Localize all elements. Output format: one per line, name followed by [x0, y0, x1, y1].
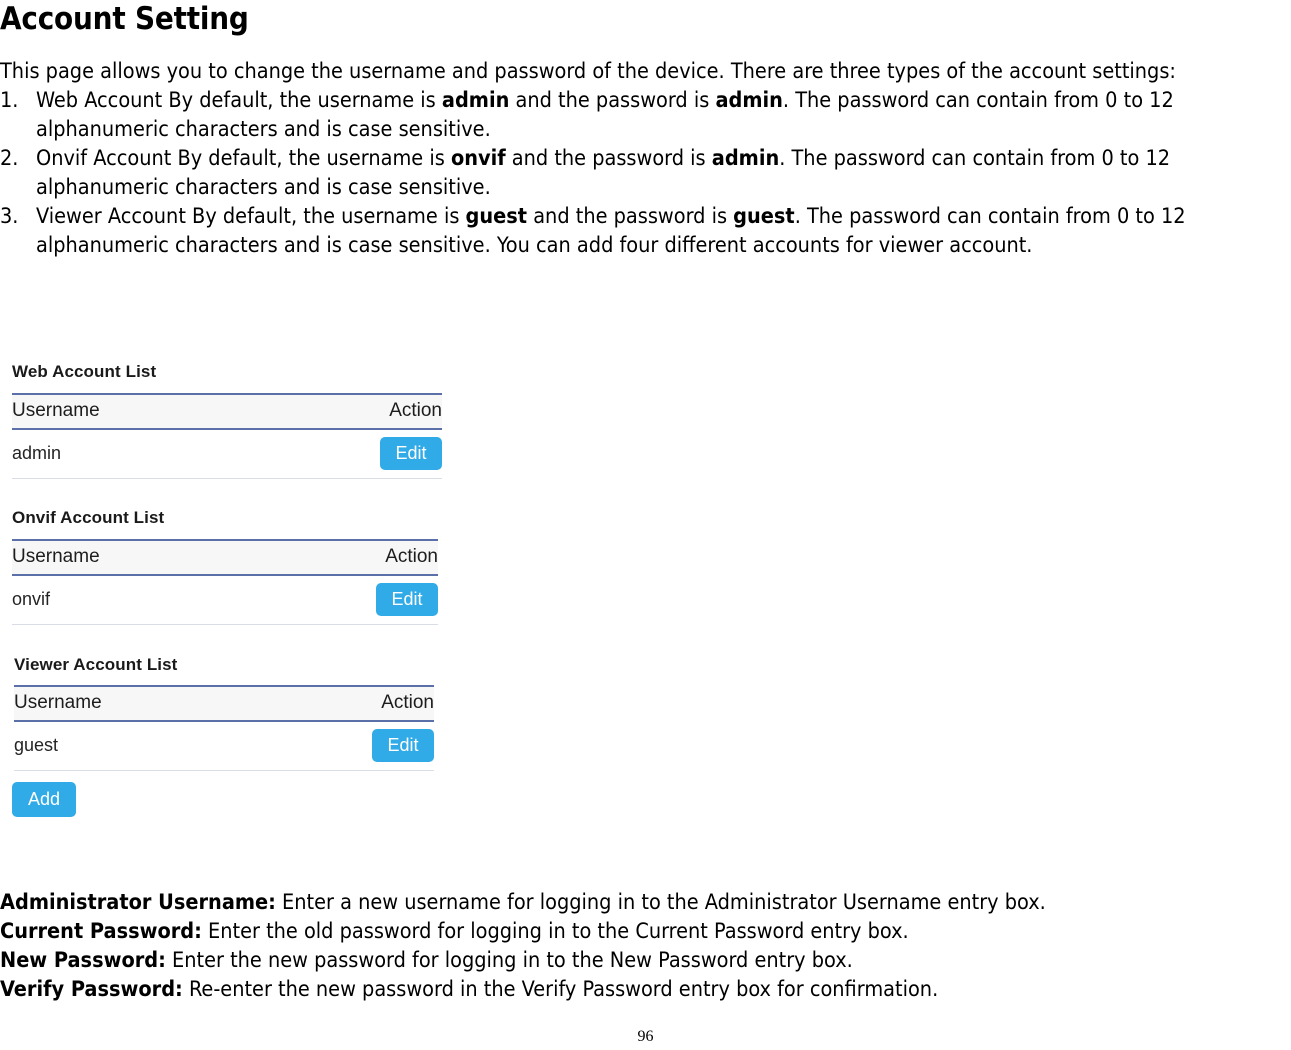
list-item-line-2: alphanumeric characters and is case sens…: [36, 117, 491, 142]
table-header-row: Username Action: [14, 685, 434, 722]
definition-administrator-username: Administrator Username: Enter a new user…: [0, 888, 1291, 917]
onvif-account-table: Username Action onvif Edit: [12, 539, 438, 625]
text-fragment: . The password can contain from 0 to 12: [782, 88, 1174, 113]
viewer-account-table: Username Action guest Edit: [14, 685, 434, 771]
column-header-action: Action: [318, 539, 438, 576]
page-number: 96: [637, 1028, 654, 1045]
table-header-row: Username Action: [12, 539, 438, 576]
cell-username: admin: [12, 429, 322, 479]
default-username: guest: [465, 204, 528, 229]
text-fragment: Onvif Account By default, the username i…: [36, 146, 451, 171]
add-account-row: Add: [12, 782, 76, 817]
cell-username: onvif: [12, 575, 319, 625]
list-item-line-1: Onvif Account By default, the username i…: [36, 144, 1291, 173]
manual-page: Account Setting This page allows you to …: [0, 0, 1291, 1050]
cell-action: Edit: [321, 429, 442, 479]
list-item-line-1: Viewer Account By default, the username …: [36, 202, 1291, 231]
account-types-list: 1. Web Account By default, the username …: [0, 86, 1291, 260]
column-header-username: Username: [12, 393, 322, 430]
definition-new-password: New Password: Enter the new password for…: [0, 946, 1291, 975]
definition-term: Administrator Username:: [0, 890, 276, 915]
definition-description: Enter the old password for logging in to…: [201, 919, 909, 944]
definition-term: Verify Password:: [0, 977, 183, 1002]
page-title: Account Setting: [0, 1, 249, 37]
edit-button[interactable]: Edit: [372, 729, 434, 762]
definition-term: Current Password:: [0, 919, 202, 944]
viewer-account-list-title: Viewer Account List: [14, 655, 178, 674]
column-header-action: Action: [316, 685, 434, 722]
text-fragment: . The password can contain from 0 to 12: [794, 204, 1186, 229]
table-header-row: Username Action: [12, 393, 442, 430]
default-password: guest: [733, 204, 795, 229]
text-fragment: and the password is: [527, 204, 734, 229]
web-account-list-block: Web Account List Username Action admin E…: [12, 362, 442, 479]
field-definitions: Administrator Username: Enter a new user…: [0, 888, 1291, 1004]
definition-term: New Password:: [0, 948, 166, 973]
table-row: onvif Edit: [12, 575, 438, 625]
text-fragment: Viewer Account By default, the username …: [36, 204, 466, 229]
definition-verify-password: Verify Password: Re-enter the new passwo…: [0, 975, 1291, 1004]
table-row: guest Edit: [14, 721, 434, 771]
intro-paragraph: This page allows you to change the usern…: [0, 59, 1176, 84]
text-fragment: Web Account By default, the username is: [36, 88, 442, 113]
column-header-username: Username: [14, 685, 317, 722]
list-item: 3. Viewer Account By default, the userna…: [0, 202, 1291, 260]
list-item: 1. Web Account By default, the username …: [0, 86, 1291, 144]
column-header-username: Username: [12, 539, 319, 576]
list-item-line-2: alphanumeric characters and is case sens…: [36, 233, 1033, 258]
definition-description: Re-enter the new password in the Verify …: [182, 977, 939, 1002]
cell-action: Edit: [318, 575, 438, 625]
column-header-action: Action: [321, 393, 442, 430]
onvif-account-list-block: Onvif Account List Username Action onvif…: [12, 508, 438, 625]
list-item-number: 2.: [0, 146, 19, 171]
default-username: admin: [441, 88, 510, 113]
edit-button[interactable]: Edit: [376, 583, 438, 616]
list-item-line-1: Web Account By default, the username is …: [36, 86, 1291, 115]
cell-username: guest: [14, 721, 317, 771]
list-item-number: 1.: [0, 88, 19, 113]
default-username: onvif: [450, 146, 506, 171]
list-item-number: 3.: [0, 204, 19, 229]
default-password: admin: [711, 146, 780, 171]
table-row: admin Edit: [12, 429, 442, 479]
list-item: 2. Onvif Account By default, the usernam…: [0, 144, 1291, 202]
add-button[interactable]: Add: [12, 782, 76, 817]
viewer-account-list-block: Viewer Account List Username Action gues…: [14, 655, 434, 771]
web-account-list-title: Web Account List: [12, 362, 157, 381]
definition-description: Enter a new username for logging in to t…: [275, 890, 1046, 915]
web-account-table: Username Action admin Edit: [12, 393, 442, 479]
default-password: admin: [715, 88, 783, 113]
onvif-account-list-title: Onvif Account List: [12, 508, 165, 527]
list-item-line-2: alphanumeric characters and is case sens…: [36, 175, 491, 200]
text-fragment: . The password can contain from 0 to 12: [779, 146, 1171, 171]
definition-description: Enter the new password for logging in to…: [165, 948, 853, 973]
cell-action: Edit: [316, 721, 434, 771]
text-fragment: and the password is: [509, 88, 716, 113]
text-fragment: and the password is: [505, 146, 712, 171]
edit-button[interactable]: Edit: [380, 437, 442, 470]
definition-current-password: Current Password: Enter the old password…: [0, 917, 1291, 946]
